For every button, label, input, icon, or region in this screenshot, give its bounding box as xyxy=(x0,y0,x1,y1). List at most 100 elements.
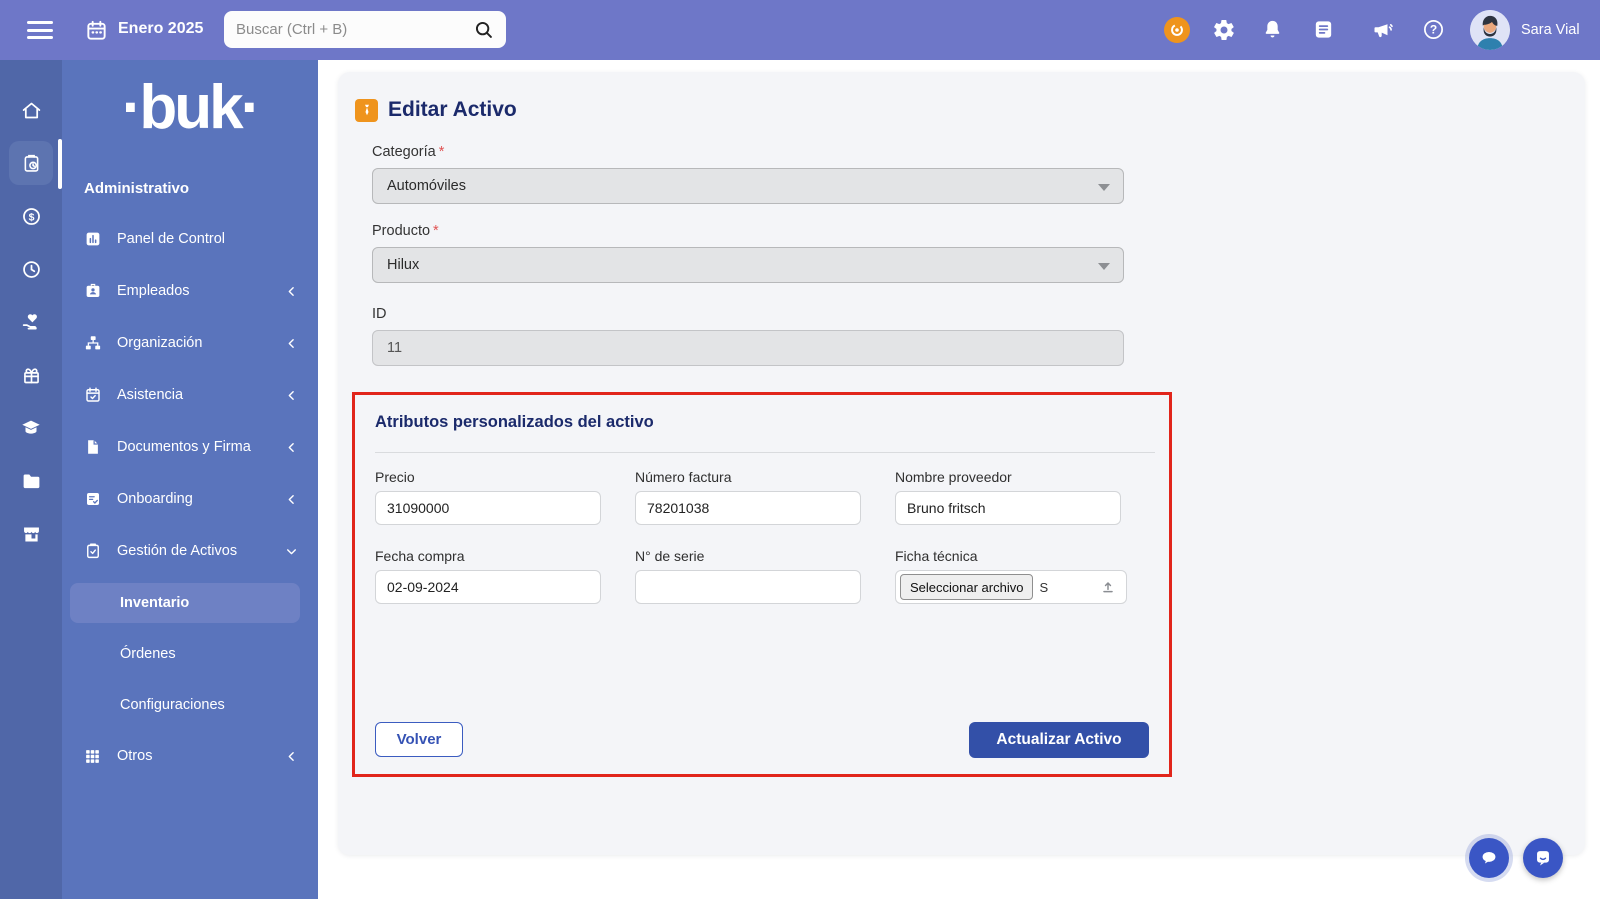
sidebar-subitem-label: Órdenes xyxy=(120,646,176,662)
sidebar-item-otros[interactable]: Otros xyxy=(62,730,318,782)
period-label[interactable]: Enero 2025 xyxy=(118,20,203,38)
sidebar-item-label: Onboarding xyxy=(117,491,193,507)
select-file-button[interactable]: Seleccionar archivo xyxy=(900,574,1033,600)
sidebar-section-label: Administrativo xyxy=(84,180,318,197)
clipboard-check-icon xyxy=(84,542,102,560)
precio-input[interactable] xyxy=(375,491,601,525)
checklist-icon xyxy=(84,490,102,508)
chevron-left-icon xyxy=(285,285,298,298)
search-input[interactable] xyxy=(236,21,473,38)
id-input xyxy=(372,330,1124,366)
volver-button[interactable]: Volver xyxy=(375,722,463,757)
section-title: Atributos personalizados del activo xyxy=(375,413,654,432)
required-mark: * xyxy=(433,223,439,239)
sidebar-item-label: Asistencia xyxy=(117,387,183,403)
custom-attributes-section: Atributos personalizados del activo Prec… xyxy=(352,392,1172,777)
tie-icon xyxy=(355,99,378,122)
calendar-check-icon xyxy=(84,386,102,404)
sidebar: ·buk· Administrativo Panel de Control Em… xyxy=(62,60,318,899)
sidebar-item-label: Gestión de Activos xyxy=(117,543,237,559)
divider xyxy=(375,452,1155,453)
actualizar-activo-button[interactable]: Actualizar Activo xyxy=(969,722,1149,758)
sidebar-item-organizacion[interactable]: Organización xyxy=(62,317,318,369)
support-chat-button[interactable] xyxy=(1523,838,1563,878)
main-content: Editar Activo Categoría* Automóviles Pro… xyxy=(318,60,1600,899)
sidebar-item-label: Empleados xyxy=(117,283,190,299)
chevron-left-icon xyxy=(285,493,298,506)
sidebar-item-label: Organización xyxy=(117,335,202,351)
sidebar-item-onboarding[interactable]: Onboarding xyxy=(62,473,318,525)
benefits-hand-heart-icon[interactable] xyxy=(9,300,53,344)
chevron-down-icon xyxy=(285,545,298,558)
search-icon[interactable] xyxy=(473,19,494,40)
producto-value: Hilux xyxy=(387,257,419,273)
producto-select[interactable]: Hilux xyxy=(372,247,1124,283)
user-name[interactable]: Sara Vial xyxy=(1521,22,1580,38)
assistant-icon[interactable] xyxy=(1164,17,1190,43)
required-mark: * xyxy=(439,144,445,160)
home-icon[interactable] xyxy=(9,88,53,132)
document-icon xyxy=(84,438,102,456)
dashboard-icon xyxy=(84,230,102,248)
top-bar: Enero 2025 xyxy=(0,0,1600,60)
time-clock-icon[interactable] xyxy=(9,247,53,291)
proveedor-label: Nombre proveedor xyxy=(895,469,1012,485)
chevron-left-icon xyxy=(285,750,298,763)
ficha-label: Ficha técnica xyxy=(895,548,977,564)
sidebar-subitem-ordenes[interactable]: Órdenes xyxy=(62,628,318,679)
announcements-megaphone-icon[interactable] xyxy=(1371,18,1395,42)
sidebar-item-gestion-de-activos[interactable]: Gestión de Activos xyxy=(62,525,318,577)
sidebar-item-panel-de-control[interactable]: Panel de Control xyxy=(62,213,318,265)
payroll-dollar-icon[interactable]: $ xyxy=(9,194,53,238)
org-chart-icon xyxy=(84,334,102,352)
sidebar-item-asistencia[interactable]: Asistencia xyxy=(62,369,318,421)
fecha-input[interactable] xyxy=(375,570,601,604)
avatar[interactable] xyxy=(1470,10,1510,50)
sidebar-item-label: Otros xyxy=(117,748,152,764)
ficha-file-input[interactable]: Seleccionar archivo S xyxy=(895,570,1127,604)
chat-bubble-button[interactable] xyxy=(1469,838,1509,878)
sidebar-subitem-label: Inventario xyxy=(120,595,189,611)
employees-badge-icon xyxy=(84,282,102,300)
training-graduation-icon[interactable] xyxy=(9,406,53,450)
chevron-left-icon xyxy=(285,337,298,350)
id-label: ID xyxy=(372,306,387,322)
page-title: Editar Activo xyxy=(388,98,517,122)
proveedor-input[interactable] xyxy=(895,491,1121,525)
calendar-icon[interactable] xyxy=(85,19,108,42)
marketplace-storefront-icon[interactable] xyxy=(9,512,53,556)
categoria-value: Automóviles xyxy=(387,178,466,194)
gift-icon[interactable] xyxy=(9,353,53,397)
sidebar-item-empleados[interactable]: Empleados xyxy=(62,265,318,317)
serie-label: N° de serie xyxy=(635,548,704,564)
chevron-down-icon xyxy=(1098,263,1110,270)
factura-label: Número factura xyxy=(635,469,731,485)
notifications-bell-icon[interactable] xyxy=(1261,18,1285,42)
upload-icon xyxy=(1100,579,1116,595)
notes-icon[interactable] xyxy=(1312,18,1336,42)
search-box[interactable] xyxy=(224,11,506,48)
hamburger-menu-icon[interactable] xyxy=(27,21,53,39)
producto-label: Producto* xyxy=(372,223,439,239)
edit-asset-card: Editar Activo Categoría* Automóviles Pro… xyxy=(338,72,1585,855)
chevron-down-icon xyxy=(1098,184,1110,191)
assets-clipboard-clock-icon[interactable] xyxy=(9,141,53,185)
sidebar-subitem-configuraciones[interactable]: Configuraciones xyxy=(62,679,318,730)
sidebar-item-documentos-y-firma[interactable]: Documentos y Firma xyxy=(62,421,318,473)
grid-icon xyxy=(84,748,102,765)
categoria-select[interactable]: Automóviles xyxy=(372,168,1124,204)
sidebar-item-label: Panel de Control xyxy=(117,231,225,247)
sidebar-subitem-inventario[interactable]: Inventario xyxy=(70,583,300,623)
chevron-left-icon xyxy=(285,441,298,454)
serie-input[interactable] xyxy=(635,570,861,604)
precio-label: Precio xyxy=(375,469,415,485)
file-name-text: S xyxy=(1039,580,1051,595)
sidebar-subitem-label: Configuraciones xyxy=(120,697,225,713)
factura-input[interactable] xyxy=(635,491,861,525)
svg-text:?: ? xyxy=(1430,23,1437,37)
folder-icon[interactable] xyxy=(9,459,53,503)
settings-gear-icon[interactable] xyxy=(1212,18,1236,42)
buk-logo: ·buk· xyxy=(62,74,318,142)
help-icon[interactable]: ? xyxy=(1422,18,1446,42)
categoria-label: Categoría* xyxy=(372,144,444,160)
